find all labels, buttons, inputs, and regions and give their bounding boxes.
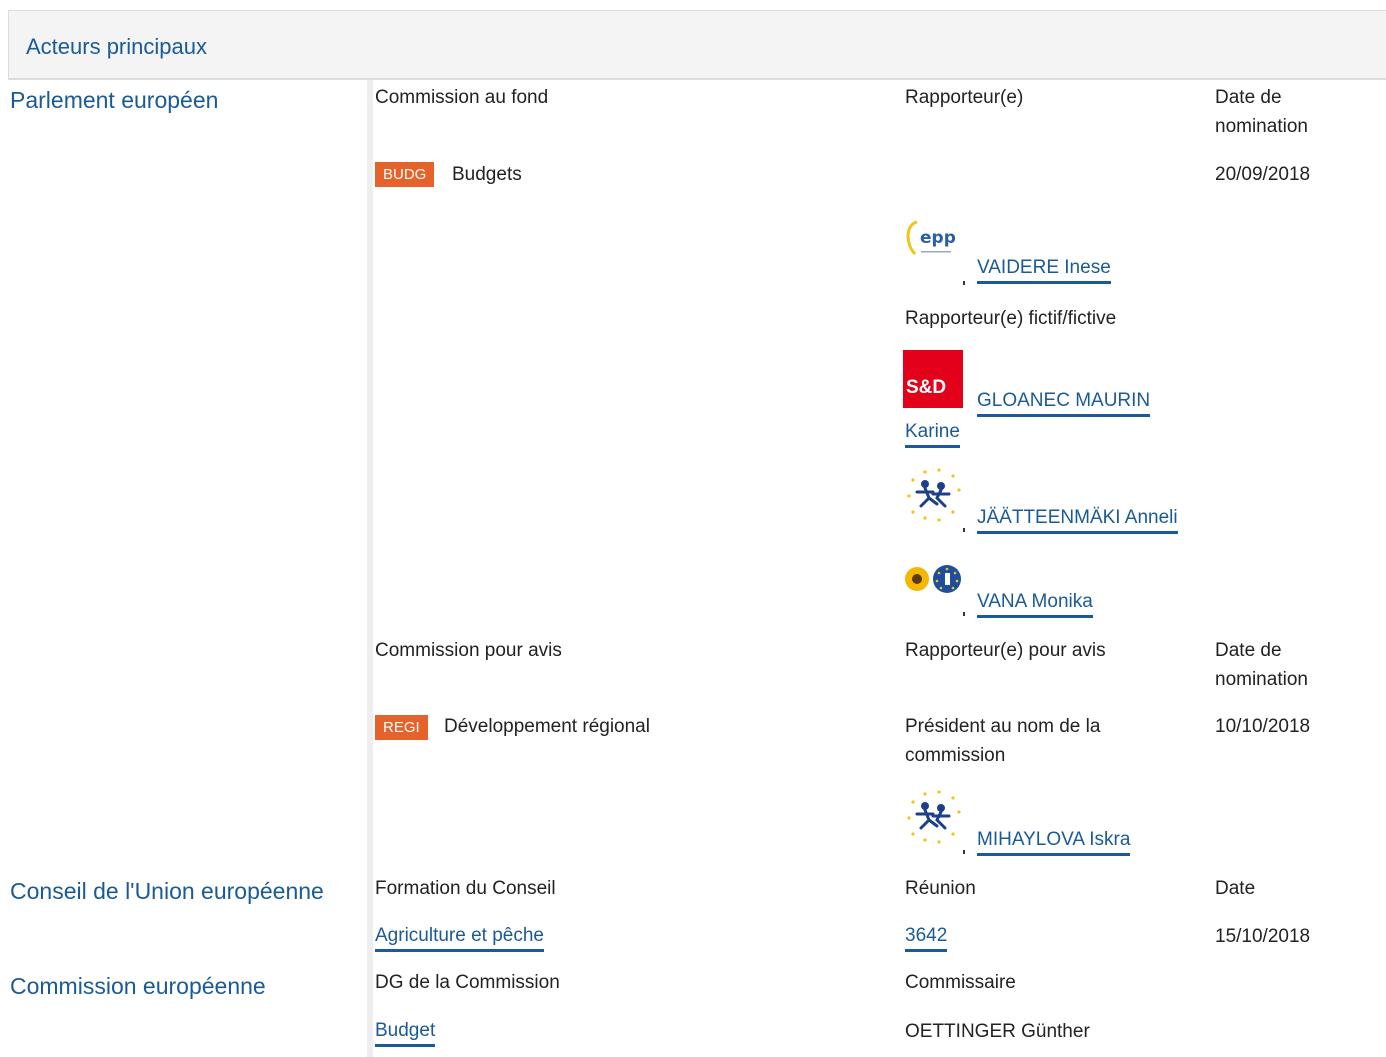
panel-header: Acteurs principaux xyxy=(8,10,1386,80)
rapporteur-link-mihaylova[interactable]: MIHAYLOVA Iskra xyxy=(977,828,1131,856)
actor-column xyxy=(8,80,367,1057)
separator-mark xyxy=(963,281,965,285)
committee-tag-budg: BUDG xyxy=(375,162,435,187)
col-header-commission-avis: Commission pour avis xyxy=(375,640,562,661)
svg-text:epp: epp xyxy=(920,228,956,248)
date-nomination-fond: 20/09/2018 xyxy=(1215,164,1311,185)
commissaire-name: OETTINGER Günther xyxy=(905,1021,1090,1042)
section-conseil: Conseil de l'Union européenne xyxy=(10,878,324,904)
alde-logo-icon xyxy=(907,468,961,522)
shadow-rapporteur-label: Rapporteur(e) fictif/fictive xyxy=(905,308,1117,329)
committee-name-regi: Développement régional xyxy=(444,716,650,737)
rapporteur-link-vaidere[interactable]: VAIDERE Inese xyxy=(977,256,1111,284)
key-players-panel: Acteurs principaux Parlement européen Co… xyxy=(0,0,1386,1057)
s-and-d-logo-icon: S&D xyxy=(903,350,963,408)
col-header-reunion: Réunion xyxy=(905,878,976,899)
dg-link-budget[interactable]: Budget xyxy=(375,1019,436,1047)
shadow-link-gloanec-line1[interactable]: GLOANEC MAURIN xyxy=(977,389,1151,417)
col-header-date-nomination-avis: Date de nomination xyxy=(1215,640,1308,690)
greens-efa-logo-icon xyxy=(905,565,961,593)
col-header-date-nomination: Date de nomination xyxy=(1215,87,1308,137)
separator-mark xyxy=(963,850,965,854)
committee-name-budgets: Budgets xyxy=(452,164,522,185)
alde-logo-icon xyxy=(907,790,961,844)
col-header-commission-fond: Commission au fond xyxy=(375,87,549,108)
shadow-link-vana[interactable]: VANA Monika xyxy=(977,590,1093,618)
committee-tag-regi: REGI xyxy=(375,715,428,740)
column-divider xyxy=(367,80,373,1057)
shadow-link-jaatteenmaki[interactable]: JÄÄTTEENMÄKI Anneli xyxy=(977,506,1178,534)
col-header-date: Date xyxy=(1215,878,1256,899)
rapporteur-role: Président au nom de la commission xyxy=(905,716,1101,766)
col-header-commissaire: Commissaire xyxy=(905,972,1016,993)
col-header-rapporteur-avis: Rapporteur(e) pour avis xyxy=(905,640,1106,661)
separator-mark xyxy=(963,612,965,616)
date-nomination-avis: 10/10/2018 xyxy=(1215,716,1311,737)
conseil-date: 15/10/2018 xyxy=(1215,926,1311,947)
section-parlement: Parlement européen xyxy=(10,87,219,113)
section-commission: Commission européenne xyxy=(10,973,266,999)
shadow-link-gloanec-line2[interactable]: Karine xyxy=(905,420,960,448)
col-header-dg: DG de la Commission xyxy=(375,972,560,993)
col-header-formation: Formation du Conseil xyxy=(375,878,556,899)
reunion-link[interactable]: 3642 xyxy=(905,924,948,952)
separator-mark xyxy=(963,528,965,532)
formation-link[interactable]: Agriculture et pêche xyxy=(375,924,544,952)
col-header-rapporteur: Rapporteur(e) xyxy=(905,87,1024,108)
epp-logo-icon: epp xyxy=(906,220,956,256)
panel-title: Acteurs principaux xyxy=(26,34,207,59)
